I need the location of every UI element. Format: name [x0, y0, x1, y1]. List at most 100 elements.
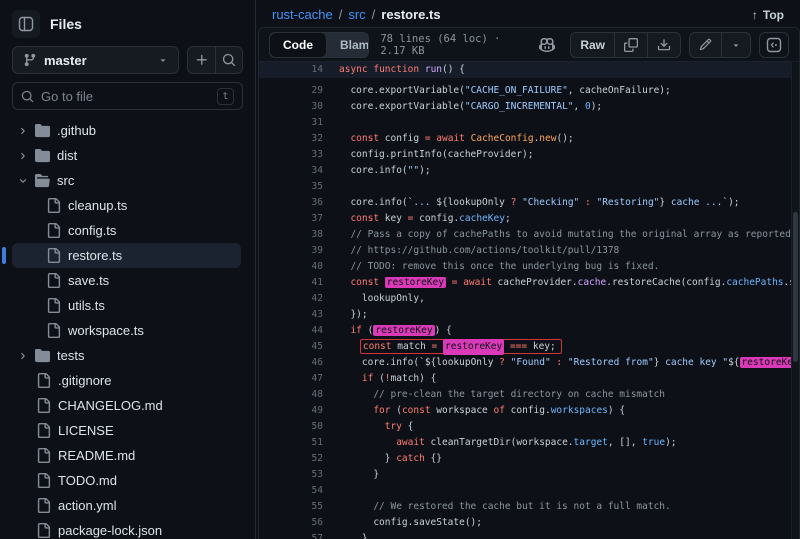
tree-item-restore.ts[interactable]: restore.ts — [12, 243, 241, 268]
line-number[interactable]: 35 — [259, 179, 331, 195]
line-number[interactable]: 38 — [259, 227, 331, 243]
tree-item-label: .github — [57, 123, 96, 138]
line-number[interactable]: 46 — [259, 355, 331, 371]
code-line-56: 56 config.saveState(); — [259, 515, 799, 531]
line-number[interactable]: 51 — [259, 435, 331, 451]
line-number[interactable]: 57 — [259, 531, 331, 539]
collapse-sidebar-button[interactable] — [12, 10, 40, 38]
line-number[interactable]: 40 — [259, 259, 331, 275]
line-number[interactable]: 47 — [259, 371, 331, 387]
code-line-38: 38 // Pass a copy of cachePaths to avoid… — [259, 227, 799, 243]
code-text: core.info(`... ${lookupOnly ? "Checking"… — [331, 195, 740, 211]
sidebar-action-group — [187, 46, 243, 74]
line-number[interactable]: 43 — [259, 307, 331, 323]
line-number[interactable]: 54 — [259, 483, 331, 499]
line-number[interactable]: 37 — [259, 211, 331, 227]
line-number[interactable]: 39 — [259, 243, 331, 259]
tree-item-.github[interactable]: .github — [12, 118, 241, 143]
code-text — [331, 179, 339, 195]
line-number[interactable]: 34 — [259, 163, 331, 179]
raw-button[interactable]: Raw — [571, 33, 614, 57]
line-number[interactable]: 36 — [259, 195, 331, 211]
line-number[interactable]: 33 — [259, 147, 331, 163]
edit-dropdown-button[interactable] — [721, 33, 750, 57]
file-tree-sidebar: Files master Go to file t .g — [0, 0, 256, 539]
tree-item-workspace.ts[interactable]: workspace.ts — [12, 318, 241, 343]
line-number[interactable]: 29 — [259, 83, 331, 99]
tree-item-label: action.yml — [58, 498, 117, 513]
tree-item-utils.ts[interactable]: utils.ts — [12, 293, 241, 318]
tree-item-package-lock.json[interactable]: package-lock.json — [12, 518, 241, 539]
code-text: const restoreKey = await cacheProvider.c… — [331, 275, 799, 291]
line-number[interactable]: 44 — [259, 323, 331, 339]
line-number[interactable]: 52 — [259, 451, 331, 467]
chevron-right-icon — [18, 151, 28, 161]
code-line-35: 35 — [259, 179, 799, 195]
code-text: if (!match) { — [331, 371, 436, 387]
code-text: // We restored the cache but it is not a… — [331, 499, 671, 515]
search-code-button[interactable] — [215, 47, 242, 73]
code-text: // Pass a copy of cachePaths to avoid mu… — [331, 227, 799, 243]
line-number[interactable]: 31 — [259, 115, 331, 131]
code-symbols-icon — [766, 37, 782, 53]
code-blame-toggle: Code Blame — [269, 32, 369, 58]
line-number[interactable]: 55 — [259, 499, 331, 515]
download-button[interactable] — [647, 33, 680, 57]
branch-selector[interactable]: master — [12, 46, 179, 74]
tree-item-dist[interactable]: dist — [12, 143, 241, 168]
file-icon — [46, 223, 61, 238]
edit-file-button[interactable] — [690, 33, 721, 57]
tree-item-label: dist — [57, 148, 77, 163]
tree-item-action.yml[interactable]: action.yml — [12, 493, 241, 518]
line-number[interactable]: 41 — [259, 275, 331, 291]
chevron-down-icon — [158, 55, 168, 65]
sidebar-controls: master — [12, 46, 243, 74]
line-number[interactable]: 49 — [259, 403, 331, 419]
symbols-panel-button[interactable] — [759, 32, 789, 58]
copy-raw-button[interactable] — [614, 33, 647, 57]
tree-item-label: TODO.md — [58, 473, 117, 488]
github-code-view: Files master Go to file t .g — [0, 0, 800, 539]
breadcrumb-dir-link[interactable]: src — [348, 7, 365, 22]
code-text: core.info(`${lookupOnly ? "Found" : "Res… — [331, 355, 799, 371]
code-text: const config = await CacheConfig.new(); — [331, 131, 574, 147]
tree-item-README.md[interactable]: README.md — [12, 443, 241, 468]
code-line-36: 36 core.info(`... ${lookupOnly ? "Checki… — [259, 195, 799, 211]
line-number[interactable]: 42 — [259, 291, 331, 307]
line-number[interactable]: 48 — [259, 387, 331, 403]
code-text: if (restoreKey) { — [331, 323, 452, 339]
tree-item-label: LICENSE — [58, 423, 114, 438]
tree-item-config.ts[interactable]: config.ts — [12, 218, 241, 243]
tree-item-TODO.md[interactable]: TODO.md — [12, 468, 241, 493]
tree-item-CHANGELOG.md[interactable]: CHANGELOG.md — [12, 393, 241, 418]
line-number[interactable]: 14 — [259, 62, 331, 78]
add-file-button[interactable] — [188, 47, 215, 73]
go-to-file-input[interactable]: Go to file t — [12, 82, 243, 110]
tree-item-save.ts[interactable]: save.ts — [12, 268, 241, 293]
code-text: core.info(""); — [331, 163, 431, 179]
line-number[interactable]: 32 — [259, 131, 331, 147]
tree-item-tests[interactable]: tests — [12, 343, 241, 368]
tab-code[interactable]: Code — [270, 33, 327, 57]
line-number[interactable]: 50 — [259, 419, 331, 435]
tab-blame[interactable]: Blame — [327, 33, 369, 57]
vertical-scrollbar[interactable] — [791, 62, 799, 539]
tree-item-.gitignore[interactable]: .gitignore — [12, 368, 241, 393]
tree-item-cleanup.ts[interactable]: cleanup.ts — [12, 193, 241, 218]
tree-item-src[interactable]: src — [12, 168, 241, 193]
sidebar-panel-icon — [18, 16, 34, 32]
line-number[interactable]: 56 — [259, 515, 331, 531]
tree-item-LICENSE[interactable]: LICENSE — [12, 418, 241, 443]
copilot-button[interactable] — [532, 32, 562, 58]
file-icon — [36, 398, 51, 413]
sidebar-title: Files — [50, 16, 82, 32]
line-number[interactable]: 53 — [259, 467, 331, 483]
code-text: } — [331, 531, 368, 539]
code-text: // https://github.com/actions/toolkit/pu… — [331, 243, 619, 259]
scrollbar-thumb[interactable] — [793, 212, 798, 362]
line-number[interactable]: 45 — [259, 339, 331, 355]
line-number[interactable]: 30 — [259, 99, 331, 115]
breadcrumb-repo-link[interactable]: rust-cache — [272, 7, 333, 22]
code-line-45: 45 const match = restoreKey === key; — [259, 339, 799, 355]
back-to-top-link[interactable]: ↑ Top — [752, 8, 784, 22]
